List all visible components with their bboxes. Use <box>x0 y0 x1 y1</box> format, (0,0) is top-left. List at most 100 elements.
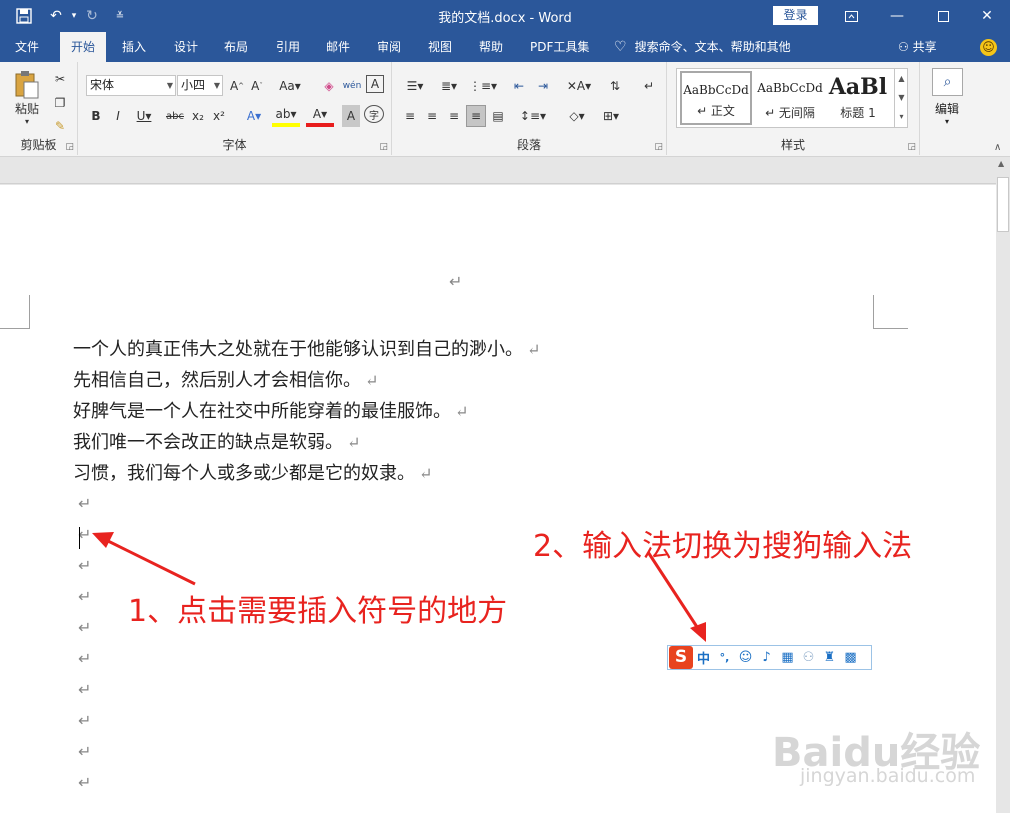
chinese-layout-icon[interactable]: ✕A▾ <box>564 75 594 97</box>
character-border-icon[interactable]: A <box>366 75 384 93</box>
tab-mailings[interactable]: 邮件 <box>324 32 352 62</box>
text-effects-icon[interactable]: A▾ <box>240 105 268 127</box>
tab-view[interactable]: 视图 <box>426 32 454 62</box>
line-spacing-icon[interactable]: ↕≡▾ <box>518 105 548 127</box>
tab-file[interactable]: 文件 <box>13 32 41 62</box>
customize-icon[interactable]: ≚ <box>110 6 130 26</box>
tab-home[interactable]: 开始 <box>60 32 106 62</box>
scrollbar-thumb[interactable] <box>997 177 1009 232</box>
document-line[interactable]: 先相信自己，然后别人才会相信你。 ↵ <box>73 366 378 392</box>
multilevel-list-icon[interactable]: ⋮≡▾ <box>468 75 498 97</box>
justify-icon[interactable]: ≡ <box>466 105 486 127</box>
show-marks-icon[interactable]: ↵ <box>638 75 660 97</box>
change-case-icon[interactable]: Aa▾ <box>276 75 304 97</box>
clipboard-launcher-icon[interactable]: ◲ <box>65 142 74 152</box>
superscript-icon[interactable]: x² <box>209 105 229 127</box>
document-page[interactable]: ↵ 一个人的真正伟大之处就在于他能够认识到自己的渺小。 ↵ 先相信自己，然后别人才… <box>0 185 996 813</box>
style-no-spacing[interactable]: AaBbCcDd ↵ 无间隔 <box>754 71 826 125</box>
bold-icon[interactable]: B <box>86 105 106 127</box>
font-name-combo[interactable]: 宋体 ▼ <box>86 75 176 96</box>
distributed-icon[interactable]: ▤ <box>488 105 508 127</box>
font-launcher-icon[interactable]: ◲ <box>379 142 388 152</box>
ribbon-display-options-icon[interactable] <box>828 0 874 32</box>
microphone-icon[interactable]: ♪ <box>756 650 777 665</box>
user-icon[interactable]: ⚇ <box>798 650 819 665</box>
styles-scroll[interactable]: ▲ ▼ ▾ <box>894 69 908 127</box>
ime-mode-toggle[interactable]: 中 <box>693 648 714 667</box>
tab-pdf-tools[interactable]: PDF工具集 <box>528 32 591 62</box>
skin-icon[interactable]: ♜ <box>819 650 840 665</box>
scroll-up-icon[interactable]: ▲ <box>895 69 908 88</box>
italic-icon[interactable]: I <box>108 105 128 127</box>
paste-button[interactable]: 粘贴 ▾ <box>8 68 46 128</box>
sogou-ime-toolbar[interactable]: S 中 °, ☺ ♪ ▦ ⚇ ♜ ▩ <box>667 645 872 670</box>
minimize-icon[interactable]: — <box>874 0 920 32</box>
feedback-smiley-icon[interactable]: ☺ <box>980 39 997 56</box>
tab-layout[interactable]: 布局 <box>222 32 250 62</box>
subscript-icon[interactable]: x₂ <box>188 105 208 127</box>
enclose-characters-icon[interactable]: 字 <box>364 105 384 123</box>
tell-me-search[interactable]: ♡ 搜索命令、文本、帮助和其他 <box>614 32 791 62</box>
highlight-icon[interactable]: ab▾ <box>272 105 300 127</box>
shrink-font-icon[interactable]: Aˇ <box>248 75 266 97</box>
font-size-combo[interactable]: 小四 ▼ <box>177 75 223 96</box>
find-icon[interactable]: ⌕ <box>932 68 963 96</box>
style-normal[interactable]: AaBbCcDd ↵ 正文 <box>680 71 752 125</box>
paste-label: 粘贴 <box>14 102 39 116</box>
vertical-scrollbar[interactable]: ▲ <box>996 157 1010 813</box>
collapse-ribbon-icon[interactable]: ∧ <box>994 142 1001 153</box>
keyboard-icon[interactable]: ▦ <box>777 650 798 665</box>
decrease-indent-icon[interactable]: ⇤ <box>508 75 530 97</box>
strikethrough-icon[interactable]: abc <box>164 105 186 127</box>
increase-indent-icon[interactable]: ⇥ <box>532 75 554 97</box>
font-color-icon[interactable]: A▾ <box>306 105 334 127</box>
style-heading-1[interactable]: AaBl 标题 1 <box>827 71 889 125</box>
tab-insert[interactable]: 插入 <box>120 32 148 62</box>
tab-references[interactable]: 引用 <box>274 32 302 62</box>
sort-icon[interactable]: ⇅ <box>604 75 626 97</box>
copy-icon[interactable]: ❐ <box>50 92 70 114</box>
lightbulb-icon: ♡ <box>614 39 627 55</box>
ime-punctuation-toggle[interactable]: °, <box>714 651 735 664</box>
document-line[interactable]: 习惯，我们每个人或多或少都是它的奴隶。 ↵ <box>73 459 432 485</box>
tab-review[interactable]: 审阅 <box>375 32 403 62</box>
scroll-down-icon[interactable]: ▼ <box>895 88 908 107</box>
align-right-icon[interactable]: ≡ <box>444 105 464 127</box>
share-button[interactable]: ⚇ 共享 <box>898 32 937 62</box>
phonetic-guide-icon[interactable]: wén <box>342 75 362 97</box>
more-styles-icon[interactable]: ▾ <box>895 107 908 126</box>
shading-icon[interactable]: ◇▾ <box>562 105 592 127</box>
maximize-icon[interactable] <box>920 0 966 32</box>
tab-design[interactable]: 设计 <box>172 32 200 62</box>
character-shading-icon[interactable]: A <box>342 105 360 127</box>
redo-icon[interactable]: ↻ <box>82 6 102 26</box>
toolbox-icon[interactable]: ▩ <box>840 650 861 665</box>
align-center-icon[interactable]: ≡ <box>422 105 442 127</box>
align-left-icon[interactable]: ≡ <box>400 105 420 127</box>
grow-font-icon[interactable]: A ^ <box>228 75 246 97</box>
document-line[interactable]: 好脾气是一个人在社交中所能穿着的最佳服饰。 ↵ <box>73 397 468 423</box>
document-line[interactable]: 一个人的真正伟大之处就在于他能够认识到自己的渺小。 ↵ <box>73 335 540 361</box>
paragraph-launcher-icon[interactable]: ◲ <box>654 142 663 152</box>
clear-formatting-icon[interactable]: ◈ <box>320 75 338 97</box>
share-label: 共享 <box>912 40 937 54</box>
document-line[interactable]: 我们唯一不会改正的缺点是软弱。 ↵ <box>73 428 360 454</box>
emoji-icon[interactable]: ☺ <box>735 650 756 665</box>
scroll-up-arrow-icon[interactable]: ▲ <box>998 159 1004 168</box>
format-painter-icon[interactable]: ✎ <box>50 115 70 137</box>
save-icon[interactable] <box>14 6 34 26</box>
underline-icon[interactable]: U▾ <box>130 105 158 127</box>
undo-dropdown-icon[interactable]: ▾ <box>64 6 84 26</box>
undo-icon[interactable]: ↶ <box>46 6 66 26</box>
style-normal-sample: AaBbCcDd <box>683 83 749 97</box>
editing-button[interactable]: 编辑 ▾ <box>926 100 968 126</box>
cut-icon[interactable]: ✂ <box>50 68 70 90</box>
styles-launcher-icon[interactable]: ◲ <box>907 142 916 152</box>
login-button[interactable]: 登录 <box>773 6 818 25</box>
borders-icon[interactable]: ⊞▾ <box>596 105 626 127</box>
numbering-icon[interactable]: ≣▾ <box>434 75 464 97</box>
bullets-icon[interactable]: ☰▾ <box>400 75 430 97</box>
tab-help[interactable]: 帮助 <box>477 32 505 62</box>
sogou-logo[interactable]: S <box>669 646 693 669</box>
close-icon[interactable]: ✕ <box>964 0 1010 32</box>
